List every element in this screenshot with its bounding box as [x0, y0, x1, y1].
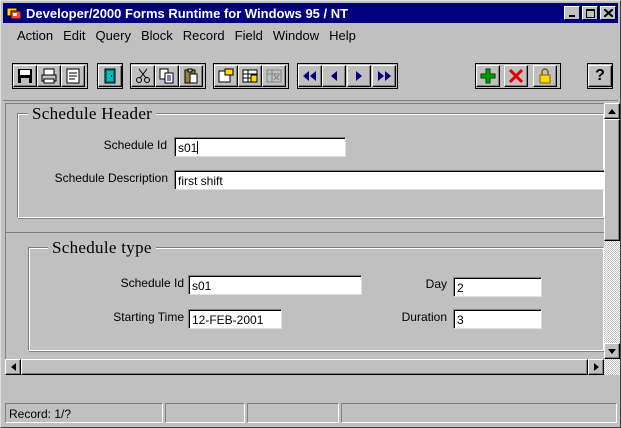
plus-icon	[480, 68, 496, 84]
schedule-type-frame	[28, 247, 604, 351]
door-icon	[104, 68, 116, 84]
close-button[interactable]	[600, 6, 616, 20]
type-schedule-id-field[interactable]: s01	[188, 275, 362, 295]
arrow-down-icon	[608, 348, 616, 354]
status-panel-4	[341, 403, 617, 423]
schedule-type-title: Schedule type	[48, 238, 156, 258]
duration-field[interactable]: 3	[453, 309, 542, 329]
delete-icon	[508, 68, 524, 84]
scroll-up-button[interactable]	[604, 103, 620, 119]
schedule-header-title: Schedule Header	[28, 104, 157, 124]
type-schedule-id-label: Schedule Id	[120, 276, 184, 290]
lock-record-button[interactable]	[533, 65, 557, 87]
scroll-right-button[interactable]	[588, 359, 604, 375]
header-schedule-id-field[interactable]: s01	[174, 137, 346, 157]
minimize-button[interactable]	[564, 6, 580, 20]
list-icon	[66, 68, 80, 84]
exit-button[interactable]	[98, 65, 122, 87]
lock-icon	[539, 68, 551, 84]
schedule-description-field[interactable]: first shift	[174, 170, 606, 190]
starting-time-field[interactable]: 12-FEB-2001	[188, 309, 282, 329]
help-icon: ?	[595, 67, 605, 84]
arrow-right-icon	[593, 363, 599, 371]
text-cursor	[197, 141, 199, 154]
section-divider	[6, 232, 605, 233]
app-icon	[6, 7, 22, 20]
status-panel-3	[247, 403, 339, 423]
help-button[interactable]: ?	[588, 65, 612, 87]
copy-button[interactable]	[155, 65, 179, 87]
window-title: Developer/2000 Forms Runtime for Windows…	[26, 5, 349, 21]
edit-icon	[218, 68, 234, 83]
header-schedule-id-label: Schedule Id	[103, 138, 167, 152]
vertical-scrollbar[interactable]	[604, 103, 620, 359]
arrow-left-icon	[10, 363, 16, 371]
menu-field[interactable]: Field	[230, 28, 268, 43]
scissors-icon	[136, 68, 150, 83]
print-button[interactable]	[37, 65, 61, 87]
fast-forward-icon	[378, 71, 391, 81]
schedule-description-value: first shift	[178, 174, 223, 188]
form-canvas: Schedule Header Schedule Id s01 Schedule…	[5, 103, 606, 359]
previous-record-button[interactable]	[322, 65, 346, 87]
next-icon	[356, 71, 362, 81]
day-label: Day	[425, 277, 447, 291]
horizontal-scrollbar[interactable]	[5, 359, 604, 375]
edit-field-button[interactable]	[214, 65, 238, 87]
previous-icon	[331, 71, 337, 81]
scroll-left-button[interactable]	[5, 359, 21, 375]
menu-edit[interactable]: Edit	[58, 28, 90, 43]
paste-button[interactable]	[179, 65, 203, 87]
close-icon	[603, 9, 613, 17]
schedule-header-frame	[17, 113, 604, 218]
last-record-button[interactable]	[372, 65, 396, 87]
starting-time-label: Starting Time	[113, 310, 184, 324]
title-bar[interactable]: Developer/2000 Forms Runtime for Windows…	[3, 3, 618, 23]
scroll-down-button[interactable]	[604, 343, 620, 359]
insert-record-button[interactable]	[476, 65, 500, 87]
menu-help[interactable]: Help	[324, 28, 361, 43]
duration-value: 3	[457, 313, 464, 327]
save-button[interactable]	[13, 65, 37, 87]
menu-bar: Action Edit Query Block Record Field Win…	[3, 25, 618, 45]
menu-record[interactable]: Record	[178, 28, 230, 43]
status-bar: Record: 1/?	[5, 403, 619, 423]
display-list-button[interactable]	[238, 65, 262, 87]
maximize-icon	[585, 8, 595, 18]
copy-icon	[159, 68, 174, 84]
day-value: 2	[457, 281, 464, 295]
duration-label: Duration	[401, 310, 447, 324]
rewind-icon	[303, 71, 316, 81]
status-panel-2	[165, 403, 245, 423]
delete-record-button[interactable]	[504, 65, 528, 87]
menu-window[interactable]: Window	[268, 28, 324, 43]
menu-action[interactable]: Action	[3, 28, 58, 43]
arrow-up-icon	[608, 108, 616, 114]
next-record-button[interactable]	[347, 65, 371, 87]
cut-button[interactable]	[131, 65, 155, 87]
starting-time-value: 12-FEB-2001	[192, 313, 264, 327]
menu-block[interactable]: Block	[136, 28, 178, 43]
vertical-scroll-thumb[interactable]	[604, 119, 620, 241]
paste-icon	[184, 68, 198, 84]
schedule-description-label: Schedule Description	[54, 171, 168, 185]
print-icon	[41, 68, 57, 84]
forms-runtime-window: Developer/2000 Forms Runtime for Windows…	[0, 0, 621, 428]
minimize-icon	[569, 15, 575, 17]
disabled-icon	[266, 69, 282, 83]
exit-form-button[interactable]	[61, 65, 85, 87]
save-icon	[18, 69, 32, 83]
first-record-button[interactable]	[298, 65, 322, 87]
header-schedule-id-value: s01	[178, 141, 198, 155]
menu-query[interactable]: Query	[91, 28, 136, 43]
maximize-button[interactable]	[582, 6, 598, 20]
toolbar: ?	[3, 47, 618, 101]
scroll-corner	[604, 359, 620, 375]
horizontal-scroll-thumb[interactable]	[21, 359, 588, 375]
day-field[interactable]: 2	[453, 277, 542, 297]
table-icon	[242, 69, 258, 83]
type-schedule-id-value: s01	[192, 279, 212, 293]
status-record: Record: 1/?	[5, 403, 163, 423]
disabled-toolbar-button[interactable]	[262, 65, 286, 87]
